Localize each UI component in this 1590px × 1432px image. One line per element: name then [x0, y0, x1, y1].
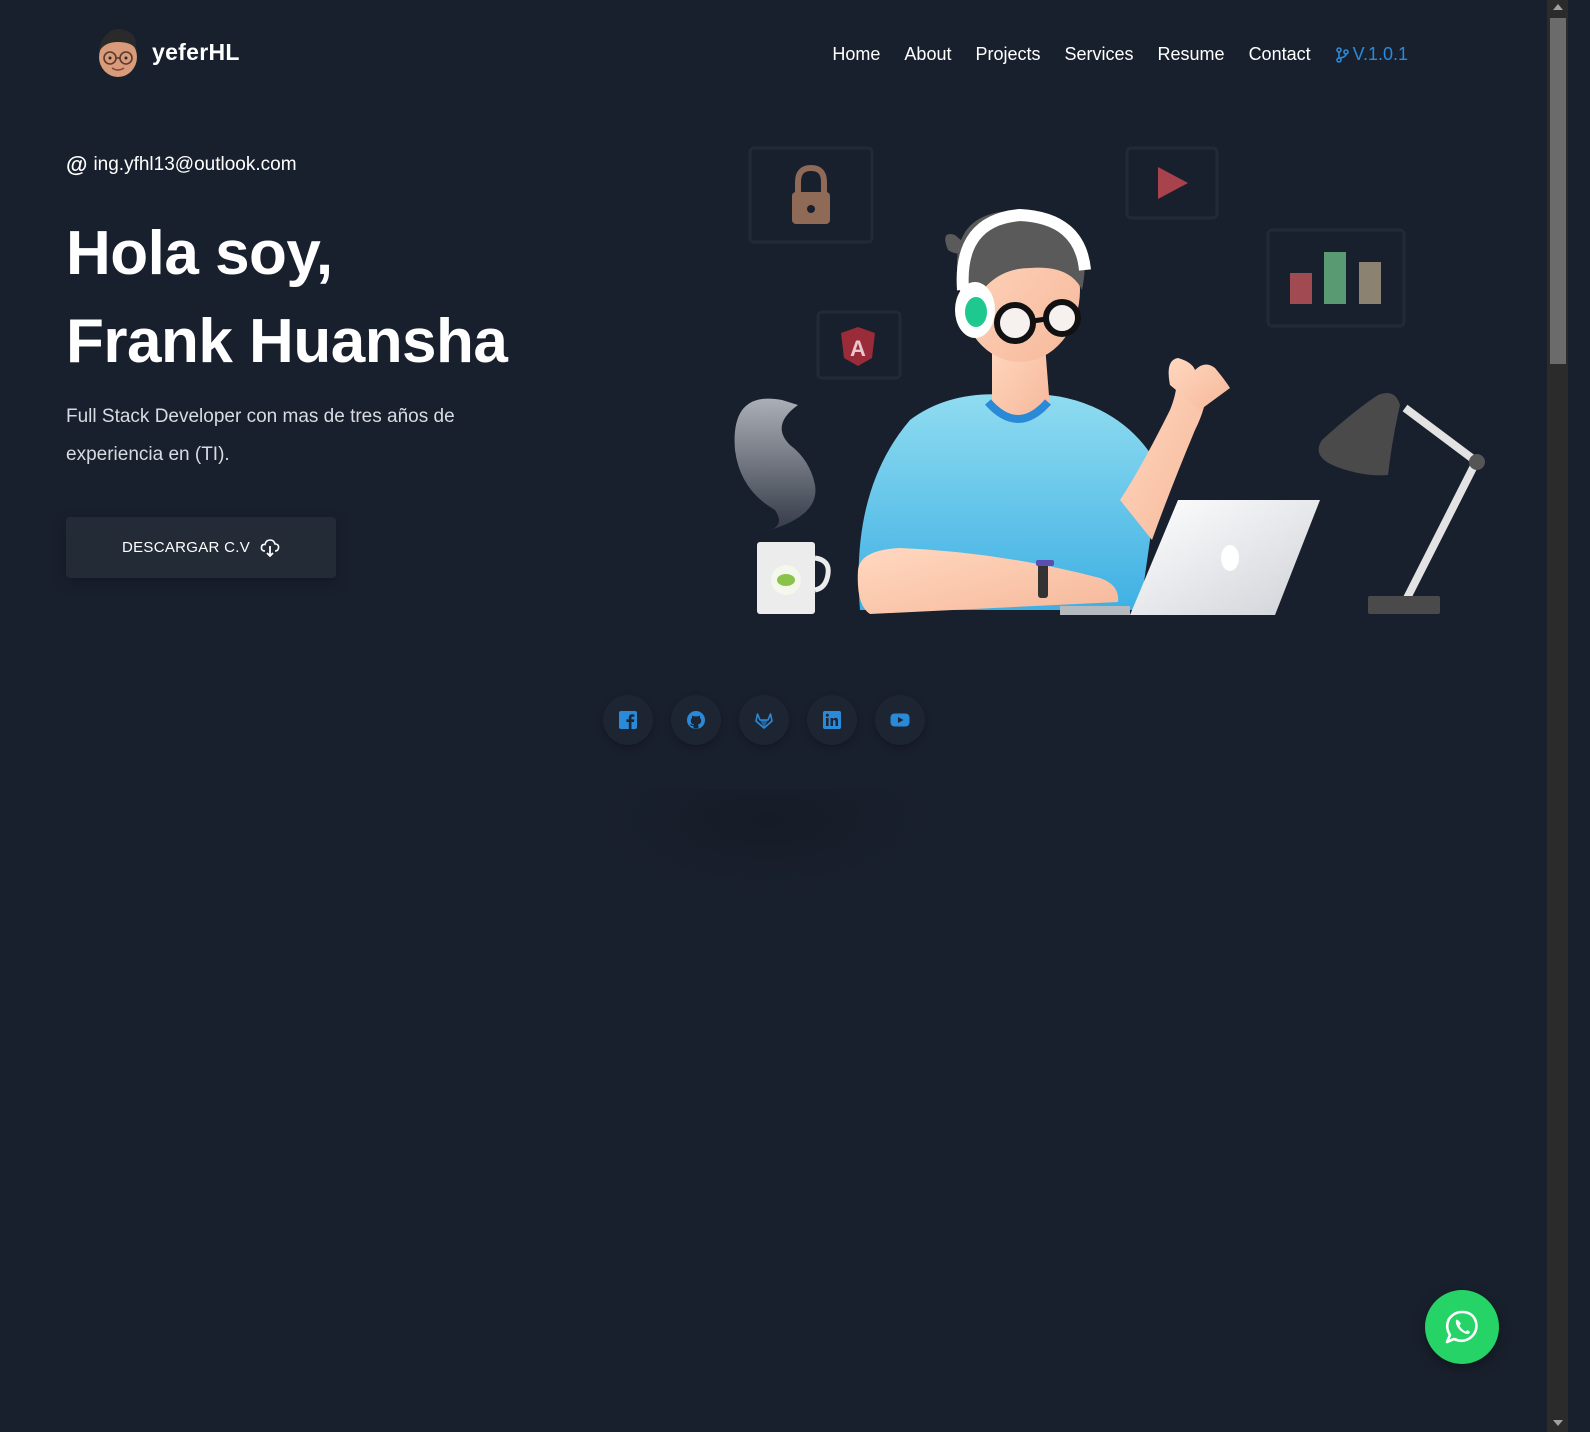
nav-contact[interactable]: Contact: [1249, 44, 1311, 65]
version-label: V.1.0.1: [1352, 44, 1408, 64]
brand-logo[interactable]: yeferHL: [94, 24, 240, 80]
download-cv-label: DESCARGAR C.V: [121, 539, 251, 556]
hero-title: Hola soy, Frank Huansha: [66, 210, 508, 386]
email-contact[interactable]: @ ing.yfhl13@outlook.com: [66, 152, 297, 178]
developer-illustration: A: [734, 146, 1485, 615]
scrollbar-thumb[interactable]: [1550, 18, 1566, 364]
social-links: [603, 695, 925, 745]
social-reflection: [603, 790, 933, 890]
version-link[interactable]: V.1.0.1: [1335, 44, 1408, 65]
hero-title-line2: Frank Huansha: [66, 307, 508, 376]
scroll-down-arrow-icon[interactable]: [1553, 1420, 1563, 1426]
brand-name: yeferHL: [152, 38, 240, 65]
linkedin-icon: [823, 711, 841, 729]
lock-card: [748, 146, 874, 244]
gitlab-link[interactable]: [739, 695, 789, 745]
at-icon: @: [66, 152, 88, 177]
svg-text:A: A: [850, 336, 866, 361]
nav-home[interactable]: Home: [832, 44, 880, 65]
facebook-icon: [619, 711, 637, 729]
nav-resume[interactable]: Resume: [1158, 44, 1225, 65]
github-link[interactable]: [671, 695, 721, 745]
whatsapp-icon: [1445, 1310, 1478, 1344]
gitlab-icon: [755, 713, 773, 729]
nav-services[interactable]: Services: [1065, 44, 1134, 65]
bar-chart-card: [1266, 228, 1406, 328]
hero-description: Full Stack Developer con mas de tres año…: [66, 406, 455, 465]
angular-card: A: [816, 310, 902, 380]
play-card: [1125, 146, 1219, 220]
header: yeferHL Home About Projects Services Res…: [0, 0, 1568, 110]
email-text: ing.yfhl13@outlook.com: [93, 154, 297, 175]
download-cv-button[interactable]: DESCARGAR C.V: [66, 517, 336, 578]
coffee-mug: [757, 542, 831, 614]
hero-title-line1: Hola soy,: [66, 219, 333, 288]
youtube-link[interactable]: [875, 695, 925, 745]
facebook-link[interactable]: [603, 695, 653, 745]
cloud-download-icon: [260, 538, 280, 557]
nav-projects[interactable]: Projects: [975, 44, 1040, 65]
youtube-icon: [890, 713, 910, 727]
github-icon: [687, 711, 705, 729]
main-nav: Home About Projects Services Resume Cont…: [832, 44, 1408, 65]
linkedin-link[interactable]: [807, 695, 857, 745]
nav-about[interactable]: About: [904, 44, 951, 65]
whatsapp-button[interactable]: [1425, 1290, 1499, 1364]
developer-avatar-icon: [99, 29, 137, 77]
desk-lamp: [1318, 392, 1485, 614]
git-branch-icon: [1335, 46, 1349, 63]
scroll-up-arrow-icon[interactable]: [1553, 4, 1563, 10]
